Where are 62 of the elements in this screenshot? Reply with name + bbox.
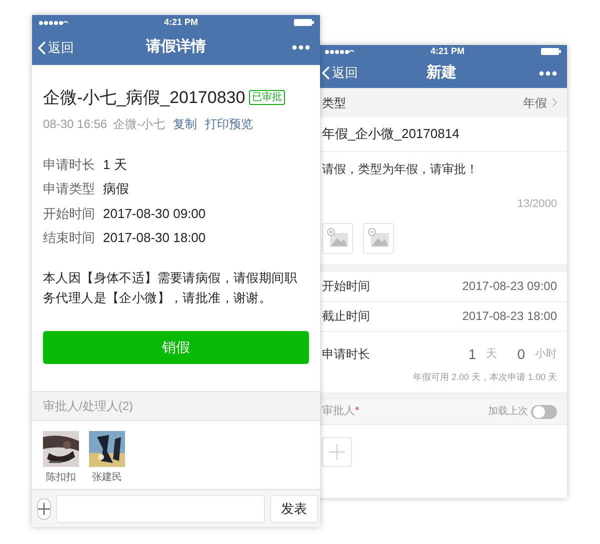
action-link[interactable]: 打印预览 [205,114,254,132]
time-label: 开始时间 [322,278,370,295]
request-title: 企微-小七_病假_20170830 [43,87,246,109]
description-field[interactable]: 请假，类型为年假，请审批！ [322,160,478,178]
approver-name: 张建民 [92,470,122,484]
back-button[interactable]: 返回 [322,63,358,83]
load-last-toggle[interactable] [531,404,557,418]
time-label: 截止时间 [322,308,370,325]
title-field[interactable]: 年假_企小微_20170814 [322,124,460,144]
field-value: 1 天 [103,156,127,174]
field-label: 开始时间 [43,204,96,222]
comment-input[interactable] [56,494,265,522]
field-value: 病假 [103,180,129,198]
more-icon [539,70,557,76]
screen-title: 新建 [426,62,456,83]
days-unit: 天 [486,346,498,362]
duration-label: 申请时长 [322,346,370,363]
field-label: 申请类型 [43,180,96,198]
add-button[interactable] [37,498,51,520]
battery-icon [294,19,314,26]
chevron-left-icon [38,40,46,54]
more-icon [292,45,310,50]
type-label: 类型 [322,94,346,112]
remove-image-button[interactable] [363,222,394,254]
image-remove-icon [368,228,390,248]
chevron-right-icon [552,98,557,107]
required-mark: * [355,404,360,420]
action-link[interactable]: 复制 [173,114,198,132]
approver-label: 审批人 [322,404,355,420]
screen-title: 请假详情 [146,37,206,58]
plus-icon [38,502,50,514]
signal-icon [324,48,354,54]
chevron-left-icon [322,66,330,80]
balance-note: 年假可用 2.00 天，本次申请 1.00 天 [412,370,557,384]
signal-icon [38,20,68,26]
char-counter: 13/2000 [516,197,557,212]
status-time: 4:21 PM [430,44,464,58]
field-label: 申请时长 [43,156,96,174]
field-value: 2017-08-30 09:00 [103,204,206,222]
send-button[interactable]: 发表 [270,494,318,522]
time-value[interactable]: 2017-08-23 18:00 [462,307,557,325]
battery-icon [540,48,561,55]
status-time: 4:21 PM [164,16,198,29]
field-value: 2017-08-30 18:00 [103,229,206,247]
status-badge: 已审批 [249,90,286,106]
time-value[interactable]: 2017-08-23 09:00 [462,277,557,295]
back-button[interactable]: 返回 [38,38,74,58]
reason-text: 本人因【身体不适】需要请病假，请假期间职务代理人是【企小微】，请批准，谢谢。 [43,270,298,306]
days-value[interactable]: 1 [468,344,476,364]
hours-unit: 小时 [535,346,557,362]
field-label: 结束时间 [43,229,96,247]
add-image-button[interactable] [322,222,353,254]
load-last-label: 加载上次 [488,404,528,419]
approver-name: 陈扣扣 [46,470,76,484]
section-header: 审批人/处理人(2) [32,390,320,420]
add-approver-button[interactable] [322,437,352,467]
image-add-icon [326,228,348,248]
type-value: 年假 [523,94,547,112]
request-author: 企微-小七 [113,116,166,132]
hours-value[interactable]: 0 [517,344,525,364]
plus-icon [329,444,345,460]
request-time: 08-30 16:56 [43,116,108,132]
